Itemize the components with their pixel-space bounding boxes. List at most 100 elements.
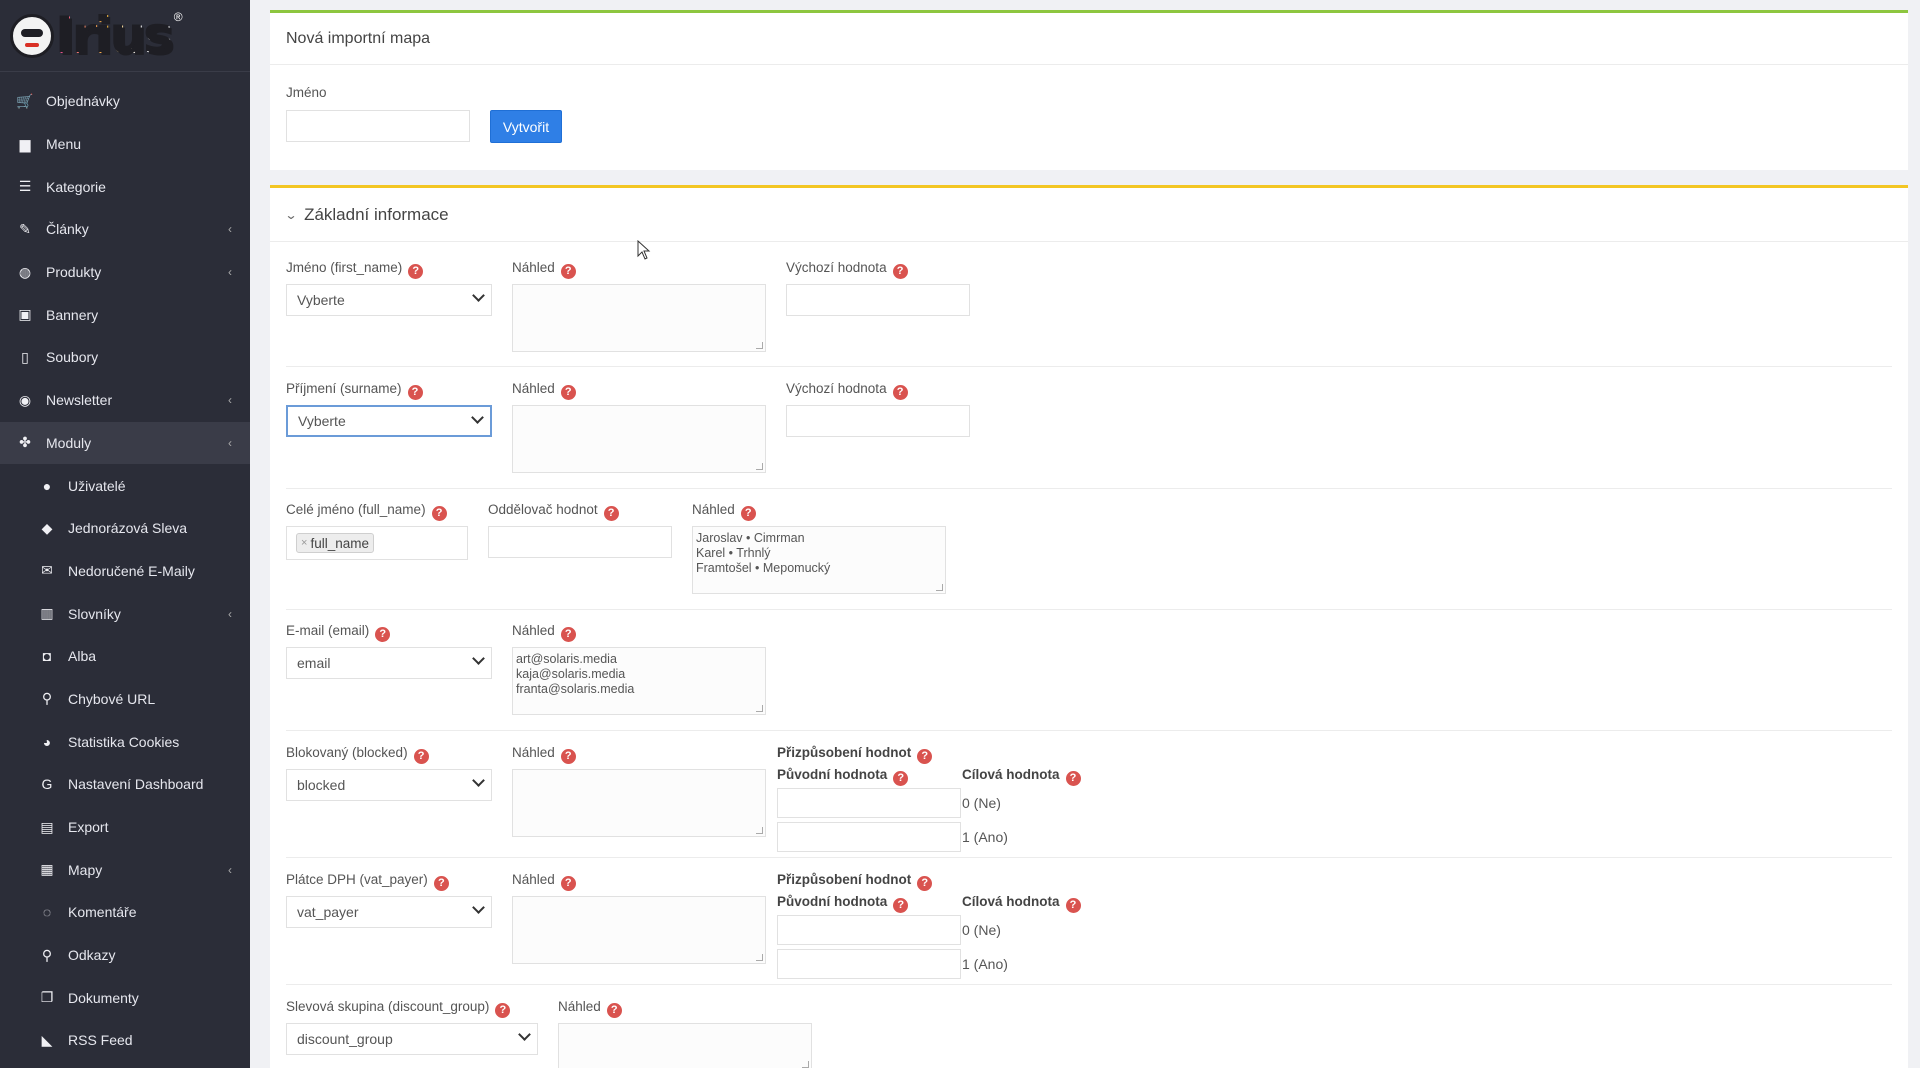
full-name-tag[interactable]: × full_name — [296, 533, 374, 553]
create-button[interactable]: Vytvořit — [490, 110, 562, 143]
remove-tag-icon[interactable]: × — [301, 537, 307, 549]
blocked-preview[interactable] — [512, 769, 766, 837]
sidebar-item-bannery[interactable]: ▣ Bannery — [0, 293, 250, 336]
blocked-original-1-input[interactable] — [777, 822, 961, 852]
sidebar-item-nastaven-dashboard[interactable]: G Nastavení Dashboard — [0, 763, 250, 806]
chevron-left-icon[interactable]: ‹ — [228, 222, 232, 236]
vat-payer-original-0-input[interactable] — [777, 915, 961, 945]
sidebar-item-rss-feed[interactable]: ◣ RSS Feed — [0, 1019, 250, 1062]
help-icon[interactable]: ? — [495, 1002, 511, 1018]
sidebar-item-odkazy[interactable]: ⚲ Odkazy — [0, 934, 250, 977]
list-icon: ☰ — [18, 178, 32, 195]
vat-payer-select[interactable]: vat_payer — [286, 896, 492, 928]
help-icon[interactable]: ? — [892, 263, 908, 279]
dribbble-icon: ◍ — [18, 263, 32, 280]
first-name-preview[interactable] — [512, 284, 766, 352]
sidebar-item-produkty[interactable]: ◍ Produkty ‹ — [0, 251, 250, 294]
vat-payer-original-1-input[interactable] — [777, 949, 961, 979]
sidebar-item-alba[interactable]: ◘ Alba — [0, 635, 250, 678]
vat-payer-preview[interactable] — [512, 896, 766, 964]
sidebar-item-label: Bannery — [46, 306, 99, 323]
pencil-icon: ✎ — [19, 220, 31, 237]
help-icon[interactable]: ? — [413, 748, 429, 764]
help-icon[interactable]: ? — [893, 770, 909, 786]
help-icon[interactable]: ? — [408, 263, 424, 279]
separator-input[interactable] — [488, 526, 672, 558]
sidebar-item-slovn-ky[interactable]: ▥ Slovníky ‹ — [0, 592, 250, 635]
full-name-preview-label: Náhled? — [692, 502, 756, 521]
chevron-left-icon[interactable]: ‹ — [228, 265, 232, 279]
vat-payer-original-label: Původní hodnota? — [777, 894, 909, 913]
sidebar-item-statistika-cookies[interactable]: ◕ Statistika Cookies — [0, 720, 250, 763]
help-icon[interactable]: ? — [560, 748, 576, 764]
first-name-select[interactable]: Vyberte — [286, 284, 492, 316]
sidebar-item-label: Chybové URL — [68, 690, 156, 707]
sidebar-item-kategorie[interactable]: ☰ Kategorie — [0, 165, 250, 208]
sidebar-item-chybov-url[interactable]: ⚲ Chybové URL — [0, 678, 250, 721]
map-name-input[interactable] — [286, 110, 470, 142]
help-icon[interactable]: ? — [407, 384, 423, 400]
help-icon[interactable]: ? — [892, 384, 908, 400]
help-icon[interactable]: ? — [917, 875, 933, 891]
chevron-left-icon[interactable]: ‹ — [228, 863, 232, 877]
help-icon[interactable]: ? — [603, 505, 619, 521]
sidebar-item-mapy[interactable]: ▦ Mapy ‹ — [0, 848, 250, 891]
sidebar-item-menu[interactable]: ▆ Menu — [0, 123, 250, 166]
blocked-target-label: Cílová hodnota? — [962, 767, 1081, 786]
sidebar-item-moduly[interactable]: ✤ Moduly ‹ — [0, 421, 250, 465]
sidebar-item-label: Nastavení Dashboard — [68, 776, 204, 793]
sidebar-item-label: Soubory — [46, 349, 99, 366]
separator-label: Oddělovač hodnot? — [488, 502, 619, 521]
sidebar-item-export[interactable]: ▤ Export — [0, 806, 250, 849]
sidebar-item-newsletter[interactable]: ◉ Newsletter ‹ — [0, 379, 250, 422]
discount-group-select[interactable]: discount_group — [286, 1023, 538, 1055]
help-icon[interactable]: ? — [560, 626, 576, 642]
first-name-default-input[interactable] — [786, 284, 970, 316]
help-icon[interactable]: ? — [433, 875, 449, 891]
chevron-left-icon[interactable]: ‹ — [228, 393, 232, 407]
row-divider — [286, 488, 1892, 489]
basic-info-header[interactable]: ⌄ Základní informace — [270, 188, 1908, 242]
sidebar-item-soubory[interactable]: ▯ Soubory — [0, 336, 250, 379]
logo-registered-mark: ® — [173, 10, 183, 24]
help-icon[interactable]: ? — [740, 505, 756, 521]
full-name-label: Celé jméno (full_name)? — [286, 502, 447, 521]
blocked-select[interactable]: blocked — [286, 769, 492, 801]
surname-preview[interactable] — [512, 405, 766, 473]
email-select[interactable]: email — [286, 647, 492, 679]
help-icon[interactable]: ? — [375, 626, 391, 642]
discount-group-preview[interactable] — [558, 1023, 812, 1068]
help-icon[interactable]: ? — [560, 875, 576, 891]
sidebar-item-u-ivatel-[interactable]: ● Uživatelé — [0, 464, 250, 507]
email-preview[interactable]: art@solaris.media kaja@solaris.media fra… — [512, 647, 766, 715]
puzzle-icon: ✤ — [19, 434, 31, 451]
help-icon[interactable]: ? — [560, 263, 576, 279]
sidebar-item-objedn-vky[interactable]: 🛒 Objednávky — [0, 80, 250, 123]
blocked-original-0-input[interactable] — [777, 788, 961, 818]
logo[interactable]: Irius ® — [0, 0, 250, 72]
sidebar-item-nedoru-en-e-maily[interactable]: ✉ Nedoručené E-Maily — [0, 550, 250, 593]
help-icon[interactable]: ? — [1065, 897, 1081, 913]
help-icon[interactable]: ? — [560, 384, 576, 400]
basic-info-card: ⌄ Základní informace Jméno (first_name)?… — [270, 185, 1908, 1068]
help-icon[interactable]: ? — [893, 897, 909, 913]
sidebar-item--l-nky[interactable]: ✎ Články ‹ — [0, 208, 250, 251]
surname-default-input[interactable] — [786, 405, 970, 437]
chevron-left-icon[interactable]: ‹ — [228, 436, 232, 450]
sidebar-item-dokumenty[interactable]: ❐ Dokumenty — [0, 976, 250, 1019]
help-icon[interactable]: ? — [1065, 770, 1081, 786]
help-icon[interactable]: ? — [606, 1002, 622, 1018]
discount-group-label: Slevová skupina (discount_group)? — [286, 999, 511, 1018]
sidebar-item-jednor-zov-sleva[interactable]: ◆ Jednorázová Sleva — [0, 507, 250, 550]
surname-select[interactable]: Vyberte — [286, 405, 492, 437]
help-icon[interactable]: ? — [917, 748, 933, 764]
mascot-logo-icon — [10, 13, 54, 58]
tags-icon: ◆ — [41, 519, 53, 536]
help-icon[interactable]: ? — [431, 505, 447, 521]
sidebar-item-koment-e[interactable]: ◌ Komentáře — [0, 891, 250, 934]
link-icon: ⚲ — [41, 946, 53, 963]
full-name-preview[interactable]: Jaroslav • Cimrman Karel • Trhnlý Framto… — [692, 526, 946, 594]
chevron-left-icon[interactable]: ‹ — [228, 607, 232, 621]
blocked-target-0: 0 (Ne) — [962, 795, 1001, 811]
blocked-target-1: 1 (Ano) — [962, 829, 1008, 845]
